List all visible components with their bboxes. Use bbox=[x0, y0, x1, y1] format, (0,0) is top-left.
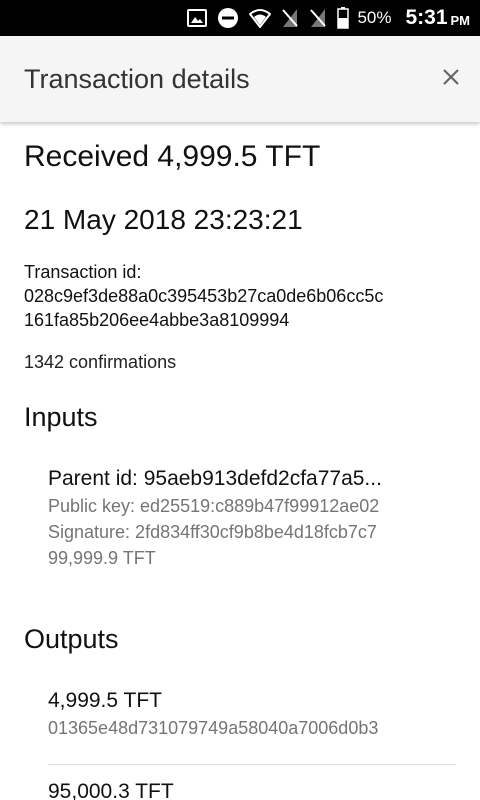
transaction-date: 21 May 2018 23:23:21 bbox=[24, 204, 303, 235]
input-parent-id: Parent id: 95aeb913defd2cfa77a5... bbox=[48, 467, 382, 490]
transaction-id-label: Transaction id: bbox=[24, 262, 142, 282]
output-amount: 4,999.5 TFT bbox=[48, 689, 163, 712]
battery-percent: 50% bbox=[357, 8, 392, 27]
transaction-details-content[interactable]: Received 4,999.5 TFT 21 May 2018 23:23:2… bbox=[0, 122, 480, 800]
output-divider bbox=[48, 764, 456, 765]
output-item[interactable]: 95,000.3 TFT bbox=[48, 778, 432, 800]
output-address: 01365e48d731079749a58040a7006d0b3 bbox=[48, 718, 379, 738]
close-button[interactable] bbox=[436, 62, 466, 92]
confirmations-count: 1342 confirmations bbox=[24, 352, 177, 372]
transaction-id-line-1: 028c9ef3de88a0c395453b27ca0de6b06cc5c bbox=[24, 286, 384, 306]
input-amount: 99,999.9 TFT bbox=[48, 548, 156, 568]
no-sim-icon bbox=[309, 0, 327, 36]
battery-icon bbox=[337, 0, 350, 36]
status-bar: 50% 5:31 PM bbox=[0, 0, 480, 36]
close-icon bbox=[443, 69, 459, 85]
input-public-key: Public key: ed25519:c889b47f99912ae02 bbox=[48, 496, 380, 516]
inputs-heading: Inputs bbox=[24, 402, 98, 432]
app-bar: Transaction details bbox=[0, 36, 480, 122]
no-sim-icon bbox=[281, 0, 299, 36]
wifi-icon bbox=[249, 0, 272, 36]
clock-time: 5:31 bbox=[405, 6, 448, 29]
output-amount: 95,000.3 TFT bbox=[48, 780, 174, 800]
outputs-heading: Outputs bbox=[24, 624, 119, 654]
input-signature: Signature: 2fd834ff30cf9b8be4d18fcb7c7 bbox=[48, 522, 377, 542]
transaction-id-block: Transaction id: 028c9ef3de88a0c395453b27… bbox=[24, 260, 383, 332]
transaction-id-line-2: 161fa85b206ee4abbe3a8109994 bbox=[24, 310, 290, 330]
clock-ampm: PM bbox=[450, 13, 471, 28]
image-icon bbox=[187, 0, 208, 36]
received-amount-title: Received 4,999.5 TFT bbox=[24, 140, 321, 173]
do-not-disturb-icon bbox=[217, 0, 239, 36]
output-item[interactable]: 4,999.5 TFT 01365e48d731079749a58040a700… bbox=[48, 687, 432, 741]
page-title: Transaction details bbox=[24, 63, 250, 94]
input-item[interactable]: Parent id: 95aeb913defd2cfa77a5... Publi… bbox=[48, 465, 432, 571]
